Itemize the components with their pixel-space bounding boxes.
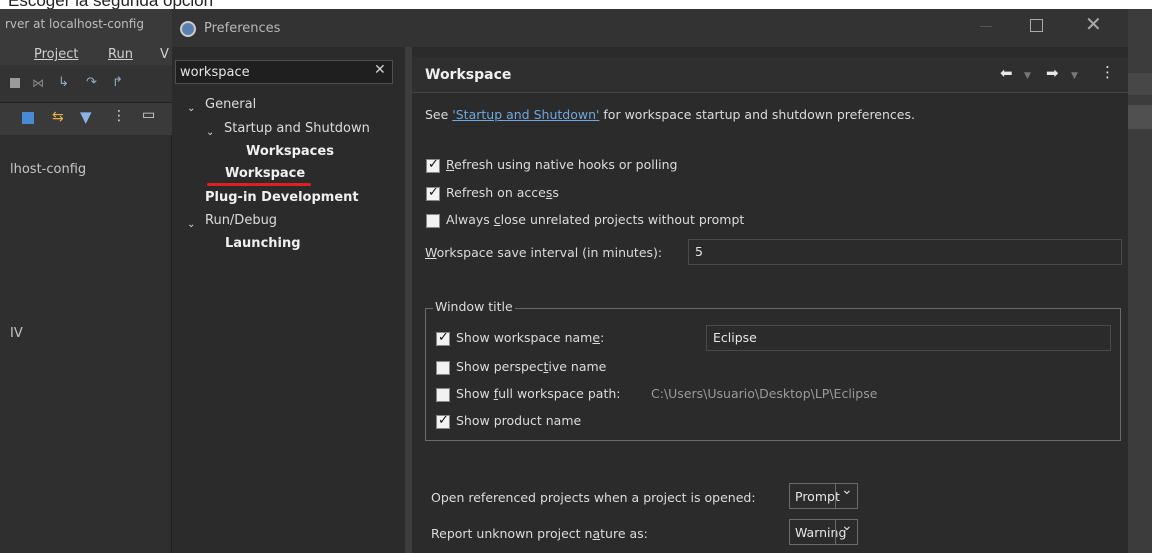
background-right-edge <box>1128 9 1152 553</box>
refresh-access-checkbox[interactable] <box>426 185 440 201</box>
disconnect-icon[interactable]: ⋈ <box>32 76 46 90</box>
workspace-name-field[interactable] <box>706 325 1113 351</box>
forward-menu-icon[interactable]: ▼ <box>1071 71 1078 81</box>
close-unrelated-label: Always close unrelated projects without … <box>446 212 745 227</box>
tree-item-general[interactable]: General <box>205 97 256 112</box>
tree-item-plugin-development[interactable]: Plug-in Development <box>205 190 359 205</box>
refresh-access-label: Refresh on access <box>446 185 559 200</box>
refresh-native-label: Refresh using native hooks or polling <box>446 157 678 172</box>
page-menu-icon[interactable]: ⋮ <box>1100 63 1115 81</box>
step-return-icon[interactable]: ↱ <box>112 75 126 90</box>
background-edge-bar <box>1128 105 1152 129</box>
dialog-title: Preferences <box>204 21 281 36</box>
tree-item-run-debug[interactable]: Run/Debug <box>205 213 277 228</box>
save-interval-field[interactable] <box>688 239 1122 265</box>
background-edge-bar <box>1128 73 1152 95</box>
show-product-name-checkbox[interactable] <box>436 413 450 429</box>
red-underline-annotation <box>207 183 311 186</box>
page-description: See 'Startup and Shutdown' for workspace… <box>425 107 915 122</box>
minimize-icon[interactable] <box>980 26 992 27</box>
show-workspace-name-checkbox[interactable] <box>436 330 450 346</box>
back-arrow-icon[interactable]: ⬅ <box>1000 64 1013 82</box>
show-full-path-label: Show full workspace path: <box>456 386 621 401</box>
stop-icon[interactable] <box>10 78 20 88</box>
startup-shutdown-link[interactable]: 'Startup and Shutdown' <box>452 107 599 122</box>
unknown-nature-combo[interactable]: Warning <box>789 518 858 545</box>
step-over-icon[interactable]: ↷ <box>86 75 100 90</box>
filter-input[interactable] <box>180 63 370 81</box>
caption-strip: Escoger la segunda opción <box>0 0 1152 9</box>
background-menu-bar: Project Run V <box>0 41 172 65</box>
step-into-icon[interactable]: ↳ <box>58 75 72 90</box>
close-unrelated-checkbox[interactable] <box>426 214 440 228</box>
show-full-path-checkbox[interactable] <box>436 388 450 402</box>
background-window-title: rver at localhost-config <box>5 17 144 31</box>
open-referenced-combo[interactable]: Prompt <box>789 482 858 509</box>
tree-item-launching[interactable]: Launching <box>225 236 301 251</box>
page-header <box>412 57 1128 93</box>
back-menu-icon[interactable]: ▼ <box>1024 71 1031 81</box>
link-icon[interactable]: ⇆ <box>52 109 66 125</box>
background-window-title-bar: rver at localhost-config <box>0 9 172 41</box>
view-menu-icon[interactable]: ⋮ <box>112 108 126 124</box>
save-interval-input[interactable] <box>695 244 1095 259</box>
refresh-native-checkbox[interactable] <box>426 157 440 173</box>
show-product-name-label: Show product name <box>456 413 582 428</box>
chevron-down-icon[interactable] <box>835 518 857 544</box>
show-perspective-checkbox[interactable] <box>436 361 450 375</box>
workspace-name-input[interactable] <box>713 330 1113 345</box>
background-view-toolbar: ⇆ ▼ ⋮ ▭ <box>0 103 172 135</box>
maximize-icon[interactable] <box>1030 19 1043 32</box>
preferences-gear-icon <box>180 21 196 37</box>
open-referenced-label: Open referenced projects when a project … <box>431 490 756 505</box>
chevron-down-icon[interactable]: ⌄ <box>187 219 195 230</box>
page-title: Workspace <box>425 67 512 83</box>
dialog-title-bar <box>172 9 1128 47</box>
filter-icon[interactable]: ▼ <box>80 108 94 126</box>
filter-box[interactable] <box>175 60 393 84</box>
tree-item-workspaces[interactable]: Workspaces <box>246 144 334 159</box>
tree-item-startup-and-shutdown[interactable]: Startup and Shutdown <box>224 121 370 136</box>
background-host-label: lhost-config <box>10 162 87 177</box>
background-toolbar: ⋈ ↳ ↷ ↱ <box>0 65 172 103</box>
chevron-down-icon[interactable]: ⌄ <box>206 127 214 138</box>
show-workspace-name-label: Show workspace name: <box>456 330 605 345</box>
preference-page <box>412 47 1128 553</box>
open-referenced-value: Prompt <box>795 489 840 504</box>
background-side-label: IV <box>10 326 23 341</box>
save-interval-label: Workspace save interval (in minutes): <box>425 245 663 260</box>
show-perspective-label: Show perspective name <box>456 359 607 374</box>
unknown-nature-label: Report unknown project nature as: <box>431 526 648 541</box>
full-workspace-path-value: C:\Users\Usuario\Desktop\LP\Eclipse <box>651 386 878 401</box>
forward-arrow-icon[interactable]: ➡ <box>1046 64 1059 82</box>
close-icon[interactable]: ✕ <box>1085 12 1102 36</box>
caption-text: Escoger la segunda opción <box>8 0 213 9</box>
clear-filter-icon[interactable]: ✕ <box>374 62 386 78</box>
minimize-view-icon[interactable]: ▭ <box>142 107 156 123</box>
chevron-down-icon[interactable] <box>835 482 857 508</box>
window-title-legend: Window title <box>433 299 515 314</box>
collapse-icon[interactable] <box>22 112 34 124</box>
tree-item-workspace[interactable]: Workspace <box>225 166 305 181</box>
chevron-down-icon[interactable]: ⌄ <box>187 103 195 114</box>
